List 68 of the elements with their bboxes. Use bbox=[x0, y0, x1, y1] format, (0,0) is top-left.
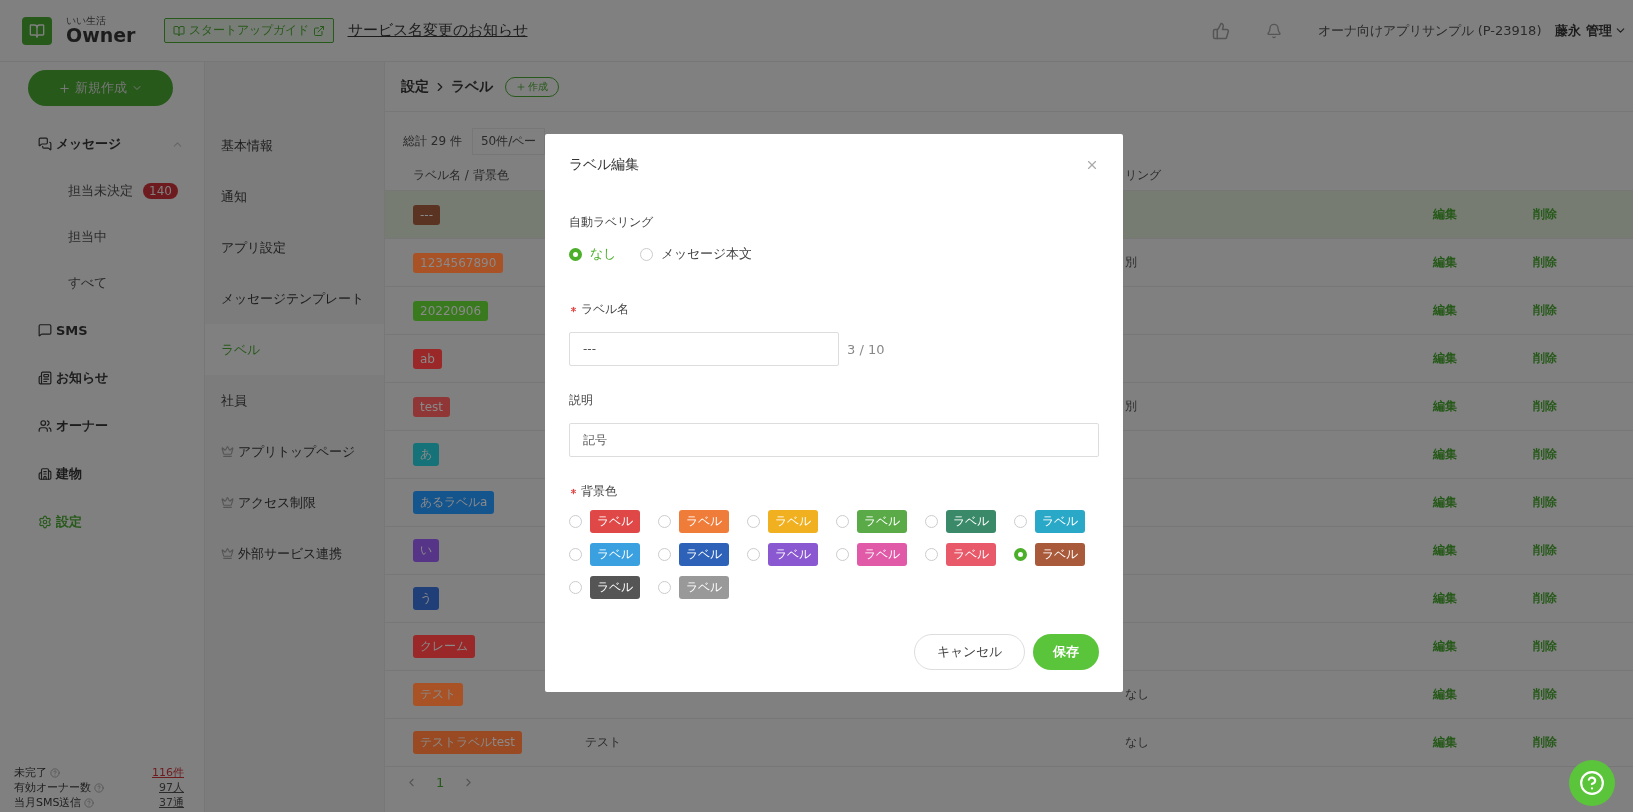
nav-label: 設定 bbox=[56, 513, 82, 531]
label-tag: う bbox=[413, 587, 439, 610]
settings-menu-label: 基本情報 bbox=[221, 136, 273, 155]
color-sample-tag: ラベル bbox=[946, 543, 996, 566]
color-sample-tag: ラベル bbox=[679, 510, 729, 533]
nav-label: 建物 bbox=[56, 465, 82, 483]
color-sample-tag: ラベル bbox=[946, 510, 996, 533]
radio-label: メッセージ本文 bbox=[661, 245, 752, 263]
nav-label: オーナー bbox=[56, 417, 108, 435]
stat-label: 当月SMS送信 bbox=[14, 795, 82, 810]
color-sample-tag: ラベル bbox=[857, 510, 907, 533]
nav-subitem-label: 担当未決定 bbox=[68, 182, 133, 200]
label-tag: 1234567890 bbox=[413, 252, 504, 273]
color-sample-tag: ラベル bbox=[1035, 510, 1085, 533]
nav-subitem-label: すべて bbox=[68, 274, 107, 292]
label-tag: ab bbox=[413, 348, 442, 369]
nav-label: メッセージ bbox=[56, 135, 121, 153]
dialog-title: ラベル編集 bbox=[569, 156, 639, 174]
account-name: オーナ向けアプリサンプル (P-23918) bbox=[1317, 21, 1542, 40]
label-tag: 20220906 bbox=[413, 300, 489, 321]
breadcrumb-item: ラベル bbox=[451, 77, 493, 96]
color-sample-tag: ラベル bbox=[768, 510, 818, 533]
color-sample-tag: ラベル bbox=[857, 543, 907, 566]
color-sample-tag: ラベル bbox=[679, 543, 729, 566]
color-sample-tag: ラベル bbox=[590, 510, 640, 533]
table-cell: テスト bbox=[585, 734, 621, 751]
stat-label: 未完了 bbox=[14, 765, 47, 780]
logo-caption: いい生活 bbox=[66, 16, 107, 26]
label-tag: テストラベルtest bbox=[413, 731, 523, 754]
table-cell: なし bbox=[1125, 686, 1149, 703]
table-cell: なし bbox=[1125, 734, 1149, 751]
settings-menu-label: アプリトップページ bbox=[238, 442, 355, 461]
character-counter: 3 / 10 bbox=[847, 341, 885, 357]
field-label: 説明 bbox=[569, 392, 593, 409]
color-sample-tag: ラベル bbox=[1035, 543, 1085, 566]
stat-label: 有効オーナー数 bbox=[14, 780, 91, 795]
nav-subitem-label: 担当中 bbox=[68, 228, 107, 246]
settings-menu-label: アプリ設定 bbox=[221, 238, 286, 257]
column-header: ラベル名 / 背景色 bbox=[413, 167, 509, 184]
total-count: 総計 29 件 bbox=[403, 133, 462, 150]
label-tag: test bbox=[413, 396, 451, 417]
field-label: 自動ラベリング bbox=[569, 214, 653, 231]
color-sample-tag: ラベル bbox=[590, 576, 640, 599]
settings-menu-label: 外部サービス連携 bbox=[238, 544, 342, 563]
label-tag: あ bbox=[413, 443, 439, 466]
color-sample-tag: ラベル bbox=[679, 576, 729, 599]
field-label: ラベル名 bbox=[581, 301, 629, 318]
radio-label: なし bbox=[590, 245, 616, 263]
label-tag: --- bbox=[413, 204, 440, 225]
label-tag: あるラベルa bbox=[413, 491, 495, 514]
field-label: 背景色 bbox=[581, 483, 617, 500]
color-sample-tag: ラベル bbox=[590, 543, 640, 566]
label-tag: テスト bbox=[413, 683, 463, 706]
settings-menu-label: メッセージテンプレート bbox=[221, 289, 364, 308]
table-cell: 別 bbox=[1125, 398, 1137, 415]
nav-label: お知らせ bbox=[56, 369, 108, 387]
color-sample-tag: ラベル bbox=[768, 543, 818, 566]
settings-menu-label: 社員 bbox=[221, 391, 247, 410]
column-header: リング bbox=[1125, 167, 1161, 184]
settings-menu-label: ラベル bbox=[221, 340, 260, 359]
count-badge: 140 bbox=[143, 183, 178, 199]
settings-menu-label: 通知 bbox=[221, 187, 247, 206]
settings-menu-label: アクセス制限 bbox=[238, 493, 316, 512]
logo-text: Owner bbox=[66, 26, 136, 45]
table-cell: 別 bbox=[1125, 254, 1137, 271]
nav-label: SMS bbox=[56, 322, 88, 338]
label-tag: い bbox=[413, 539, 439, 562]
label-tag: クレーム bbox=[413, 635, 475, 658]
